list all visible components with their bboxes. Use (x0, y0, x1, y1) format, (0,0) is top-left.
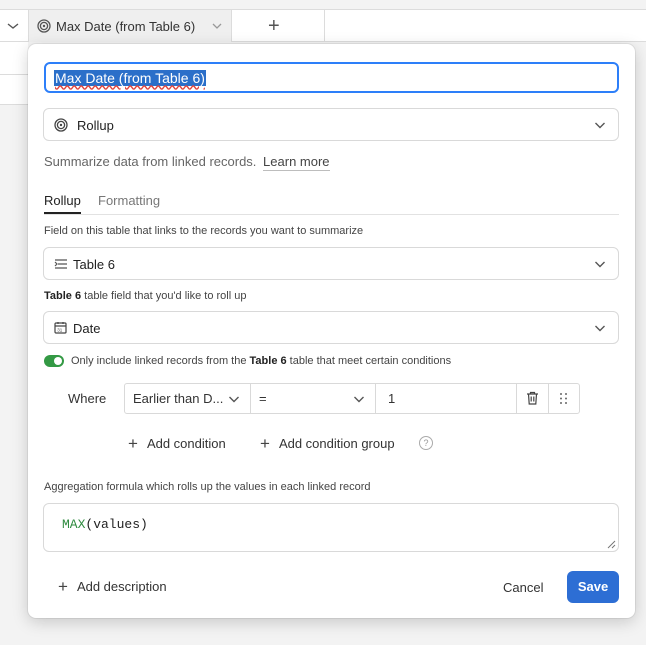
chevron-down-icon[interactable] (211, 22, 223, 30)
chevron-down-icon (229, 396, 239, 403)
condition-field-select[interactable]: Earlier than D... (125, 384, 251, 413)
field-name-input[interactable]: Max Date (from Table 6) (44, 62, 619, 93)
field-type-label: Rollup (77, 118, 114, 133)
rollup-field-label-rest: table field that you'd like to roll up (81, 290, 247, 302)
grid-row-area (0, 42, 28, 104)
chevron-down-icon (595, 325, 605, 331)
rollup-field-value: Date (73, 321, 101, 336)
formula-input[interactable]: MAX(values) (43, 503, 619, 552)
grid-line (0, 104, 28, 105)
drag-handle-icon (560, 393, 567, 404)
add-description-button[interactable]: + Add description (58, 577, 167, 596)
add-condition-group-button[interactable]: + Add condition group (260, 434, 395, 453)
link-field-value: Table 6 (73, 257, 115, 272)
drag-handle[interactable] (549, 384, 580, 413)
config-tabs: Rollup Formatting (44, 192, 619, 215)
header-divider (324, 10, 325, 42)
field-type-select[interactable]: Rollup (43, 108, 619, 141)
toggle-knob (54, 357, 62, 365)
svg-text:31: 31 (57, 328, 63, 333)
rollup-field-label-table: Table 6 (44, 290, 82, 302)
formula-args: (values) (85, 517, 148, 532)
trash-icon (527, 391, 538, 405)
learn-more-link[interactable]: Learn more (263, 154, 330, 171)
plus-icon: + (128, 434, 138, 453)
tab-rollup[interactable]: Rollup (44, 193, 81, 214)
condition-row: Earlier than D... = 1 (124, 383, 580, 414)
aggregation-label: Aggregation formula which rolls up the v… (44, 481, 371, 493)
condition-operator-value: = (259, 391, 267, 406)
add-condition-button[interactable]: + Add condition (128, 434, 226, 453)
add-description-label: Add description (76, 579, 167, 594)
where-label: Where (68, 391, 107, 406)
tab-formatting[interactable]: Formatting (98, 193, 160, 208)
condition-field-value: Earlier than D... (133, 391, 224, 406)
column-header-title: Max Date (from Table 6) (56, 19, 196, 34)
table-header-row: Max Date (from Table 6) + (0, 9, 646, 42)
cancel-button[interactable]: Cancel (503, 580, 543, 595)
field-type-description: Summarize data from linked records. Lear… (44, 154, 330, 171)
link-field-select[interactable]: Table 6 (43, 247, 619, 280)
grid-line (0, 74, 28, 75)
rollup-field-select[interactable]: 31 Date (43, 311, 619, 344)
conditions-toggle-label: Only include linked records from the Tab… (71, 355, 451, 367)
rollup-icon (54, 118, 68, 132)
save-button[interactable]: Save (567, 571, 619, 603)
toggle-text-pre: Only include linked records from the (71, 355, 250, 367)
add-column-button[interactable]: + (268, 16, 280, 36)
help-icon[interactable]: ? (419, 436, 433, 450)
formula-function: MAX (62, 517, 86, 532)
conditions-toggle[interactable] (44, 355, 64, 367)
link-field-label: Field on this table that links to the re… (44, 225, 364, 237)
condition-value-input[interactable]: 1 (376, 384, 517, 413)
plus-icon: + (58, 577, 68, 596)
chevron-down-icon (595, 261, 605, 267)
condition-operator-select[interactable]: = (251, 384, 376, 413)
add-condition-group-label: Add condition group (278, 436, 395, 451)
description-text: Summarize data from linked records. (44, 154, 257, 169)
field-name-text: Max Date (from Table 6) (54, 69, 206, 86)
chevron-down-icon[interactable] (6, 21, 20, 31)
calendar-icon: 31 (54, 322, 67, 334)
resize-handle-icon[interactable] (607, 540, 616, 549)
rollup-icon (37, 19, 51, 33)
field-config-dialog: Max Date (from Table 6) Rollup Summarize… (28, 44, 635, 618)
toggle-text-table: Table 6 (249, 355, 287, 367)
linked-records-icon (54, 259, 67, 269)
chevron-down-icon (595, 122, 605, 128)
plus-icon: + (260, 434, 270, 453)
condition-value-text: 1 (388, 391, 396, 406)
delete-condition-button[interactable] (517, 384, 549, 413)
chevron-down-icon (354, 396, 364, 403)
rollup-field-label: Table 6 table field that you'd like to r… (44, 290, 246, 302)
toggle-text-post: table that meet certain conditions (286, 355, 452, 367)
column-header-max-date[interactable]: Max Date (from Table 6) (28, 10, 232, 42)
add-condition-label: Add condition (146, 436, 226, 451)
